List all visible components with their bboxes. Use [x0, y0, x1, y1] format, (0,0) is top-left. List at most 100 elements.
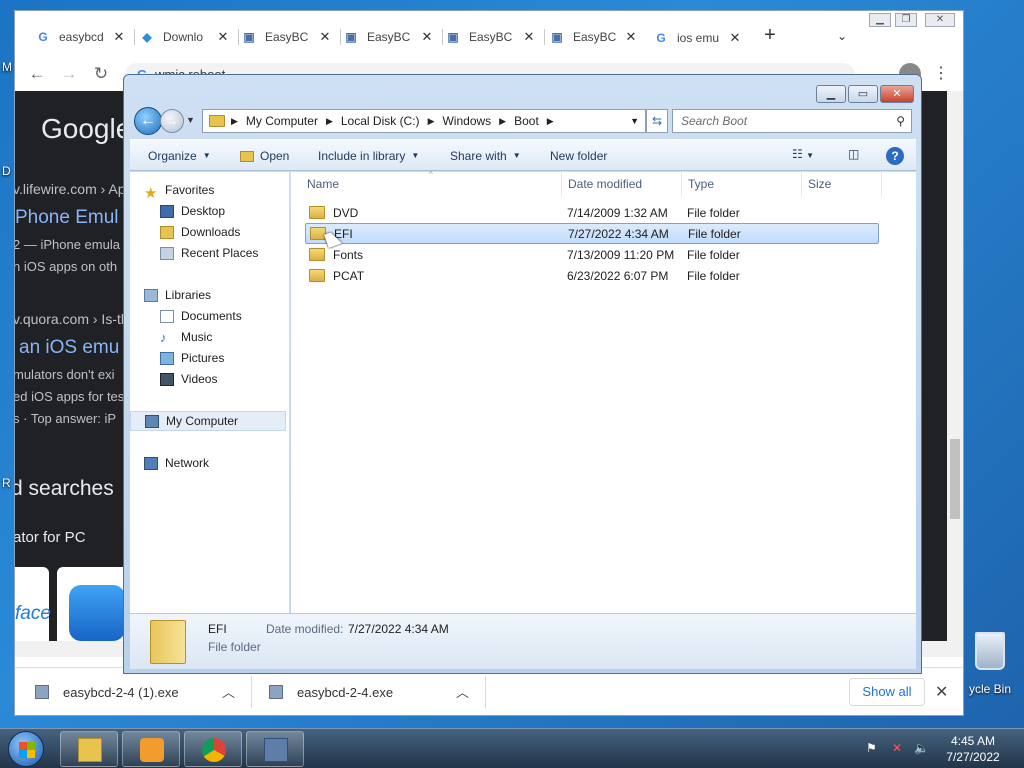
vertical-scrollbar[interactable] — [947, 91, 963, 657]
tab-close-icon[interactable]: ✕ — [111, 29, 127, 45]
breadcrumb-arrow-icon[interactable]: ▶ — [231, 116, 238, 127]
show-all-button[interactable]: Show all — [849, 678, 925, 706]
volume-icon[interactable]: 🔈 — [914, 741, 929, 755]
tab[interactable]: ▣ EasyBC ✕ — [549, 23, 639, 51]
clock[interactable]: 4:45 AM 7/27/2022 — [938, 733, 1008, 765]
address-dropdown-icon[interactable]: ▼ — [630, 116, 639, 126]
search-input[interactable]: Search Boot ⚲ — [672, 109, 912, 133]
scrollbar-thumb[interactable] — [950, 439, 960, 519]
close-button[interactable]: ✕ — [925, 13, 955, 27]
start-button[interactable] — [8, 731, 44, 767]
forward-arrow-icon[interactable]: → — [160, 109, 184, 133]
column-header-date[interactable]: Date modified — [568, 172, 642, 196]
column-divider[interactable] — [561, 172, 562, 196]
taskbar-media-player-button[interactable] — [122, 731, 180, 767]
help-icon[interactable]: ? — [886, 147, 904, 165]
column-header-name[interactable]: Name — [307, 172, 339, 196]
file-row[interactable]: PCAT 6/23/2022 6:07 PM File folder — [305, 265, 879, 286]
nav-label: Network — [165, 456, 210, 470]
breadcrumb-arrow-icon[interactable]: ▶ — [499, 116, 506, 127]
back-arrow-icon[interactable]: ← — [25, 63, 49, 85]
refresh-icon[interactable]: ⇆ — [646, 109, 668, 133]
tab-close-icon[interactable]: ✕ — [215, 29, 231, 45]
breadcrumb-item[interactable]: Windows — [442, 114, 491, 128]
tab-close-icon[interactable]: ✕ — [419, 29, 435, 45]
tab[interactable]: ▣ EasyBC ✕ — [343, 23, 443, 51]
recycle-bin-icon[interactable]: ycle Bin — [960, 632, 1020, 696]
new-folder-button[interactable]: New folder — [550, 140, 607, 172]
breadcrumb-item[interactable]: Local Disk (C:) — [341, 114, 420, 128]
preview-pane-icon[interactable]: ◫ — [848, 147, 859, 165]
tab-close-icon[interactable]: ✕ — [727, 30, 743, 46]
tab-close-icon[interactable]: ✕ — [317, 29, 333, 45]
column-divider[interactable] — [881, 172, 882, 196]
include-in-library-button[interactable]: Include in library ▼ — [318, 140, 419, 172]
breadcrumb-arrow-icon[interactable]: ▶ — [428, 116, 435, 127]
download-item[interactable]: easybcd-2-4.exe ︿ — [269, 668, 469, 716]
nav-item-my-computer[interactable]: My Computer — [130, 411, 286, 431]
file-row[interactable]: DVD 7/14/2009 1:32 AM File folder — [305, 202, 879, 223]
details-name: EFI — [208, 622, 227, 636]
taskbar-chrome-button[interactable] — [184, 731, 242, 767]
nav-item-favorites[interactable]: ★ Favorites — [144, 180, 302, 202]
file-row[interactable]: Fonts 7/13/2009 11:20 PM File folder — [305, 244, 879, 265]
column-divider[interactable] — [801, 172, 802, 196]
chevron-up-icon[interactable]: ︿ — [456, 682, 469, 701]
clock-time: 4:45 AM — [950, 734, 996, 748]
related-search-item[interactable]: ator for PC — [15, 529, 86, 546]
breadcrumb[interactable]: ▶ My Computer ▶ Local Disk (C:) ▶ Window… — [202, 109, 646, 133]
chevron-up-icon[interactable]: ︿ — [222, 682, 235, 701]
folder-icon — [310, 227, 326, 240]
recent-pages-dropdown-icon[interactable]: ▼ — [186, 115, 195, 125]
nav-item-network[interactable]: Network — [144, 453, 302, 473]
maximize-button[interactable]: ▭ — [848, 85, 878, 103]
breadcrumb-arrow-icon[interactable]: ▶ — [326, 116, 333, 127]
tab[interactable]: ◆ Downlo ✕ — [139, 23, 239, 51]
tab[interactable]: ▣ EasyBC ✕ — [445, 23, 545, 51]
download-item[interactable]: easybcd-2-4 (1).exe ︿ — [35, 668, 235, 716]
column-divider[interactable] — [681, 172, 682, 196]
nav-item-libraries[interactable]: Libraries — [144, 285, 302, 305]
tab-label: ios emu — [677, 31, 720, 45]
reload-icon[interactable]: ↻ — [89, 63, 113, 85]
share-with-button[interactable]: Share with ▼ — [450, 140, 521, 172]
tab-close-icon[interactable]: ✕ — [623, 29, 639, 45]
minimize-button[interactable]: ▁ — [869, 13, 891, 27]
tab-search-chevron-icon[interactable]: ⌄ — [837, 29, 847, 43]
taskbar-explorer-button[interactable] — [60, 731, 118, 767]
column-header-type[interactable]: Type — [688, 172, 714, 196]
result-title[interactable]: an iOS emu — [19, 337, 119, 359]
tab-close-icon[interactable]: ✕ — [521, 29, 537, 45]
result-url[interactable]: v.quora.com › Is-th — [15, 311, 129, 327]
search-icon[interactable]: ⚲ — [896, 110, 905, 132]
breadcrumb-arrow-icon[interactable]: ▶ — [547, 116, 554, 127]
forward-arrow-icon[interactable]: → — [57, 63, 81, 85]
column-header-size[interactable]: Size — [808, 172, 831, 196]
view-options-icon[interactable]: ☷ ▼ — [792, 147, 814, 165]
action-center-icon[interactable]: ⚑ — [866, 741, 880, 755]
tab-label: EasyBC — [367, 30, 411, 44]
share-label: Share with — [450, 149, 507, 163]
taskbar-easybcd-button[interactable] — [246, 731, 304, 767]
open-button[interactable]: Open — [240, 140, 289, 172]
libraries-icon — [144, 288, 158, 302]
close-icon[interactable]: ✕ — [935, 682, 948, 702]
file-row-selected[interactable]: EFI 7/27/2022 4:34 AM File folder — [305, 223, 879, 244]
easybcd-icon: ▣ — [345, 30, 357, 44]
result-url[interactable]: v.lifewire.com › Ap — [15, 181, 126, 197]
close-button[interactable]: ✕ — [880, 85, 914, 103]
back-arrow-icon[interactable]: ← — [134, 107, 162, 135]
tab-active[interactable]: G ios emu ✕ — [643, 19, 743, 57]
menu-dots-icon[interactable]: ⋮ — [933, 63, 949, 83]
new-tab-button[interactable]: + — [759, 25, 781, 47]
breadcrumb-item[interactable]: My Computer — [246, 114, 318, 128]
organize-button[interactable]: Organize ▼ — [148, 140, 211, 172]
breadcrumb-item[interactable]: Boot — [514, 114, 539, 128]
minimize-button[interactable]: ▁ — [816, 85, 846, 103]
tab[interactable]: G easybcd ✕ — [35, 23, 135, 51]
tab[interactable]: ▣ EasyBC ✕ — [241, 23, 341, 51]
result-title[interactable]: Phone Emul — [15, 207, 119, 229]
network-warning-icon[interactable]: ✕ — [892, 741, 906, 755]
restore-button[interactable]: ❐ — [895, 13, 917, 27]
documents-icon — [160, 309, 174, 323]
